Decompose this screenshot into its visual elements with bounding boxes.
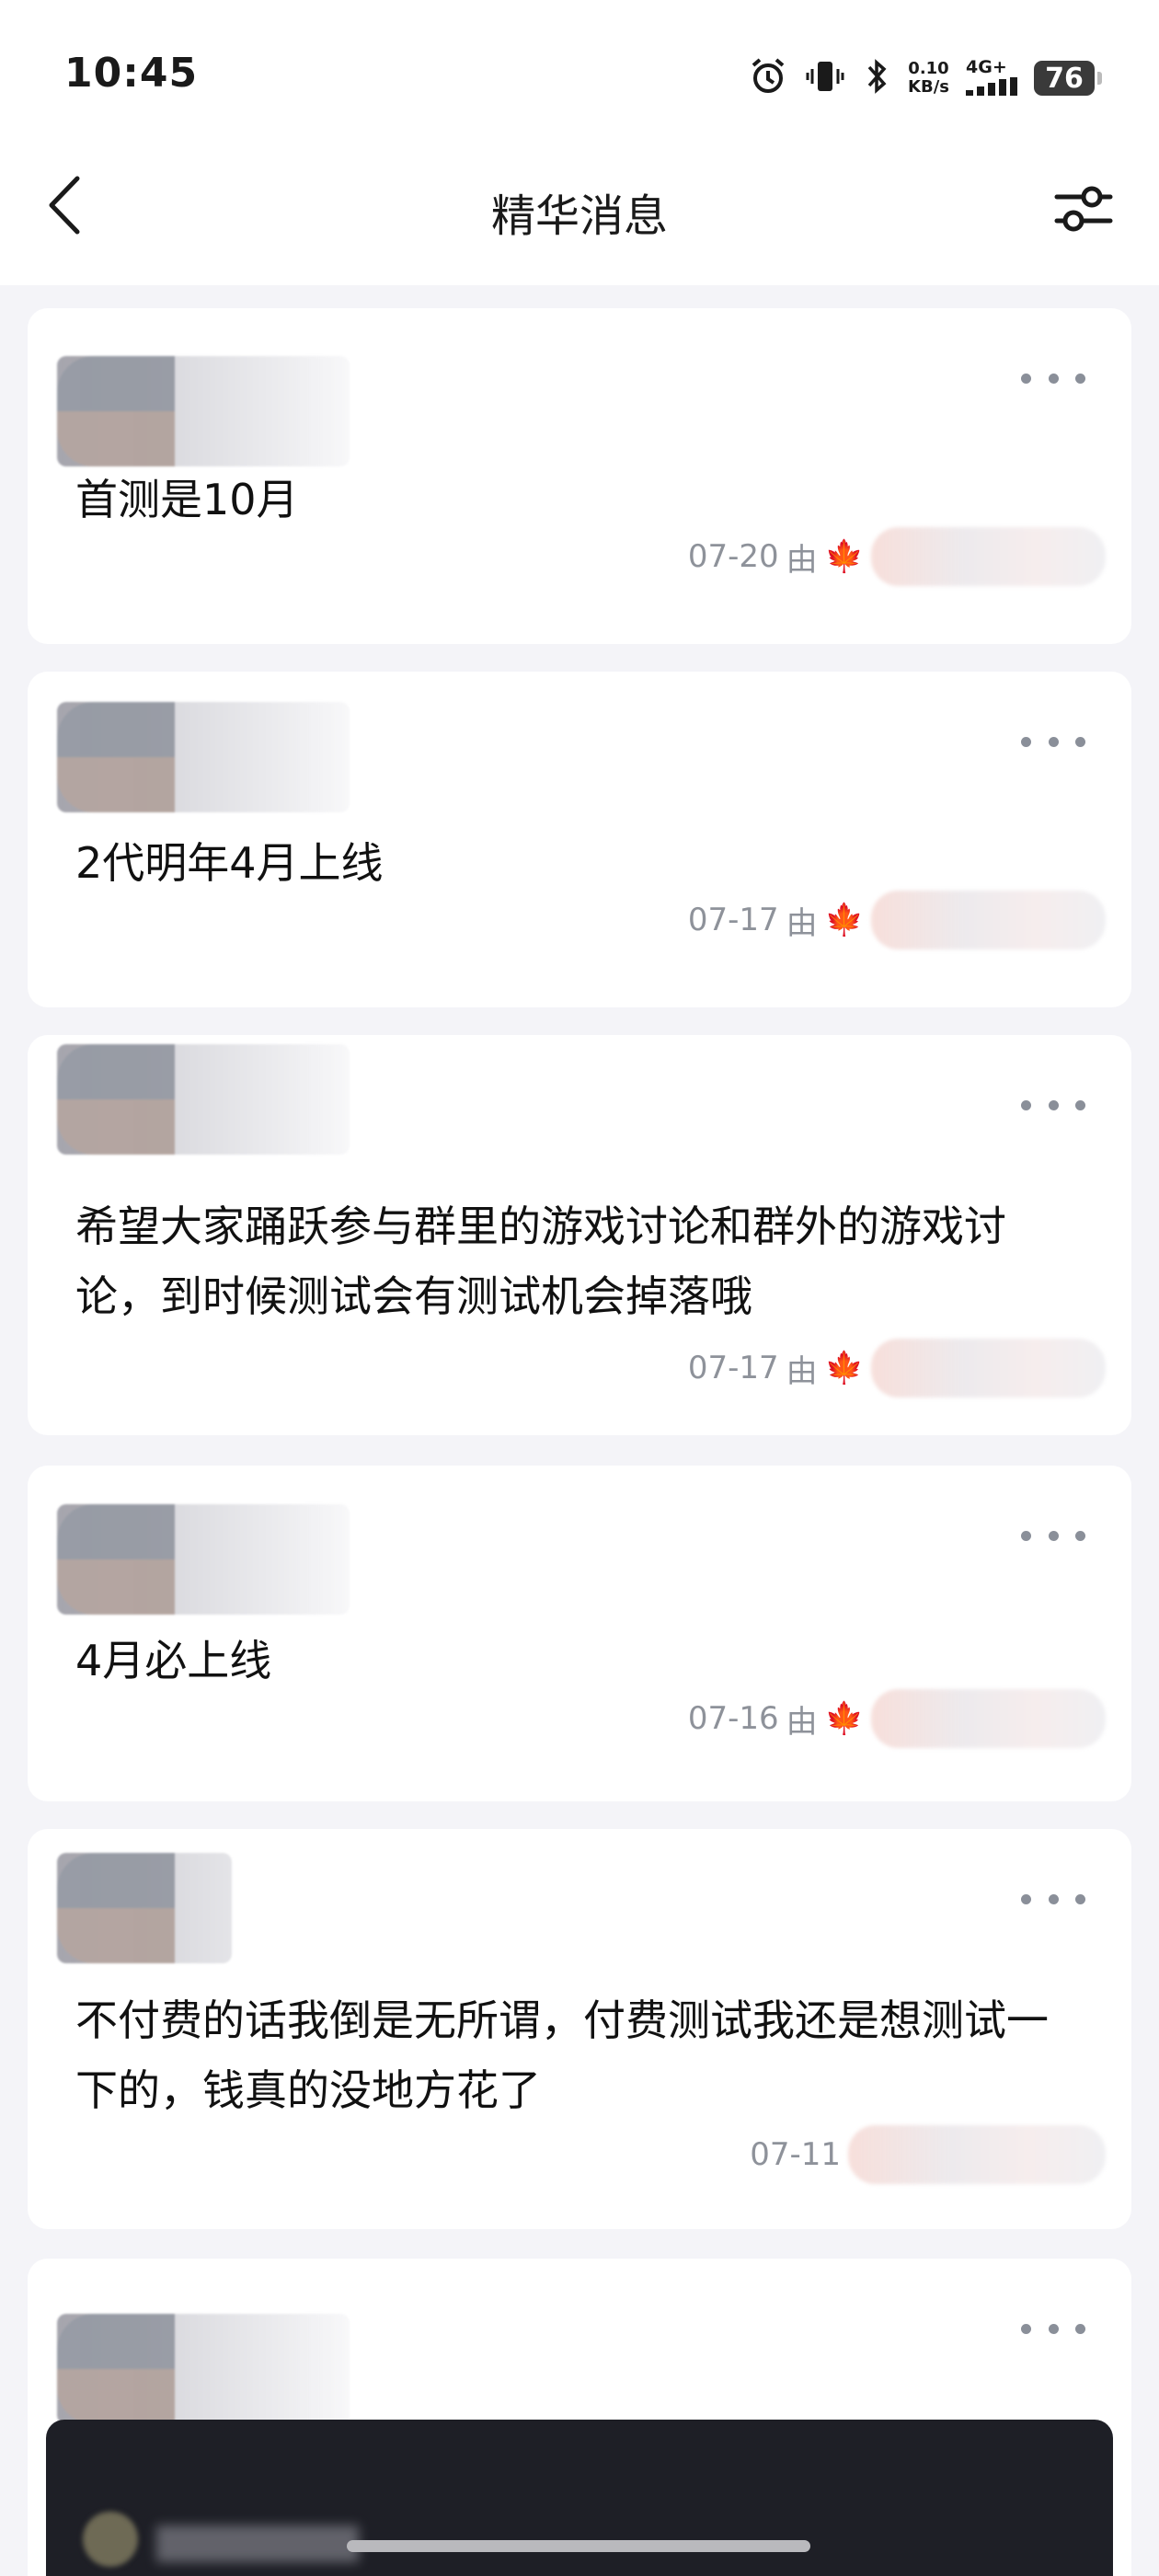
page-title: 精华消息 — [490, 190, 668, 242]
more-icon — [1021, 2323, 1031, 2334]
avatar — [57, 702, 350, 812]
message-meta: 07-20 由 🍁 — [688, 527, 1106, 586]
message-date: 07-16 — [687, 1700, 779, 1737]
signal-block: 4G+ — [966, 57, 1017, 100]
message-date: 07-20 — [687, 538, 779, 575]
message-meta: 07-16 由 🍁 — [688, 1689, 1106, 1748]
message-meta: 07-17 由 🍁 — [688, 891, 1106, 949]
message-by: 由 — [786, 1352, 818, 1390]
message-card[interactable]: 希望大家踊跃参与群里的游戏讨论和群外的游戏讨论，到时候测试会有测试机会掉落哦 0… — [28, 1035, 1131, 1435]
more-icon — [1021, 1893, 1031, 1904]
sender-name — [871, 527, 1106, 586]
avatar — [57, 2314, 350, 2424]
maple-leaf-icon: 🍁 — [824, 1700, 864, 1737]
signal-icon — [966, 76, 1017, 100]
message-card[interactable]: 4月必上线 07-16 由 🍁 — [28, 1466, 1131, 1801]
message-meta: 07-17 由 🍁 — [688, 1339, 1106, 1397]
home-indicator[interactable] — [347, 2540, 810, 2552]
speed-unit: KB/s — [908, 77, 949, 97]
avatar — [57, 1044, 350, 1155]
battery-icon: 76 — [1034, 61, 1102, 96]
speed-value: 0.10 — [908, 59, 949, 78]
more-icon — [1021, 373, 1031, 384]
maple-leaf-icon: 🍁 — [824, 538, 864, 575]
message-meta: 07-11 — [750, 2125, 1106, 2184]
more-icon — [1021, 1530, 1031, 1541]
message-text: 4月必上线 — [75, 1636, 272, 1685]
more-button[interactable] — [1021, 1087, 1085, 1123]
more-button[interactable] — [1021, 2310, 1085, 2347]
more-icon — [1021, 736, 1031, 747]
filter-button[interactable] — [1049, 175, 1119, 245]
message-by: 由 — [786, 1703, 818, 1741]
sender-name — [871, 1339, 1106, 1397]
sender-name — [871, 1689, 1106, 1748]
message-by: 由 — [786, 541, 818, 579]
message-text: 首测是10月 — [75, 475, 299, 524]
avatar — [57, 1853, 232, 1963]
vibrate-icon — [805, 56, 845, 100]
more-button[interactable] — [1021, 723, 1085, 760]
maple-leaf-icon: 🍁 — [824, 902, 864, 938]
status-icons: 0.10 KB/s 4G+ 76 — [748, 51, 1102, 106]
alarm-icon — [748, 56, 788, 100]
network-speed: 0.10 KB/s — [908, 60, 949, 97]
message-card[interactable]: 首测是10月 07-20 由 🍁 — [28, 308, 1131, 644]
battery-level: 76 — [1045, 62, 1084, 95]
bluetooth-icon — [862, 56, 891, 100]
avatar — [57, 1504, 350, 1615]
more-button[interactable] — [1021, 1517, 1085, 1554]
maple-leaf-icon: 🍁 — [824, 1350, 864, 1386]
image-preview[interactable] — [46, 2420, 1113, 2576]
more-button[interactable] — [1021, 360, 1085, 397]
sender-name — [848, 2125, 1106, 2184]
message-card[interactable]: 不付费的话我倒是无所谓，付费测试我还是想测试一下的，钱真的没地方花了 07-11 — [28, 1829, 1131, 2229]
message-date: 07-11 — [750, 2136, 841, 2173]
avatar — [57, 356, 350, 466]
message-text: 不付费的话我倒是无所谓，付费测试我还是想测试一下的，钱真的没地方花了 — [75, 1995, 1049, 2115]
message-date: 07-17 — [687, 902, 779, 938]
network-type: 4G+ — [966, 56, 1007, 77]
more-button[interactable] — [1021, 1880, 1085, 1917]
message-text: 希望大家踊跃参与群里的游戏讨论和群外的游戏讨论，到时候测试会有测试机会掉落哦 — [75, 1202, 1006, 1321]
more-icon — [1021, 1099, 1031, 1110]
sliders-icon — [1053, 182, 1114, 237]
sender-name — [871, 891, 1106, 949]
message-by: 由 — [786, 904, 818, 942]
message-date: 07-17 — [687, 1350, 779, 1386]
message-text: 2代明年4月上线 — [75, 838, 384, 888]
status-time: 10:45 — [64, 50, 199, 97]
message-card[interactable]: 2代明年4月上线 07-17 由 🍁 — [28, 672, 1131, 1007]
status-bar: 10:45 0.10 KB/s 4G+ 76 — [0, 0, 1159, 156]
